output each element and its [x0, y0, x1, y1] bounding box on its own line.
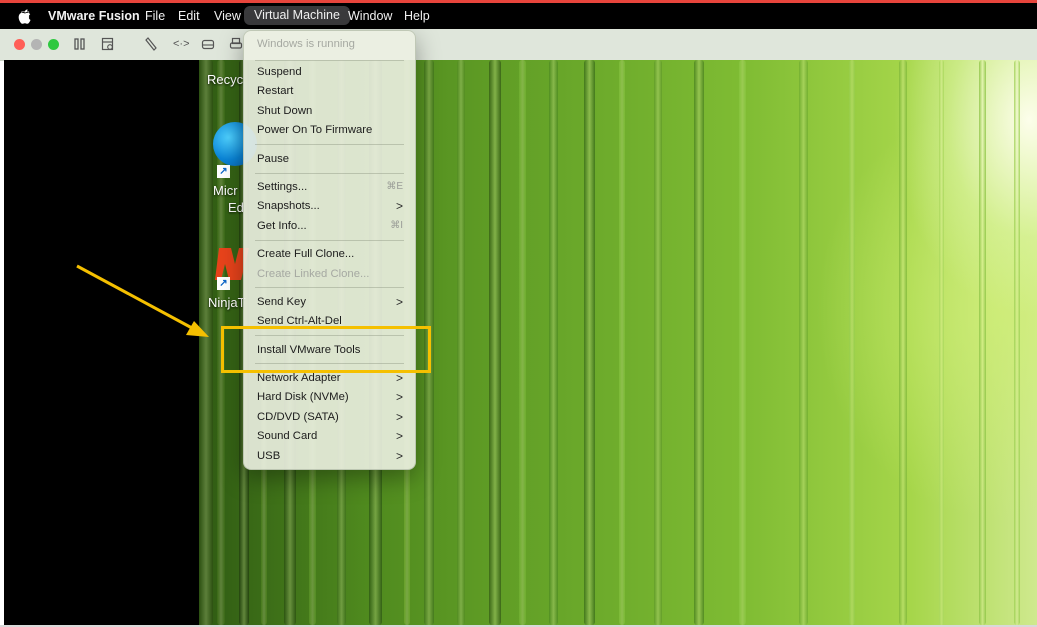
window-toolbar: <·> — [0, 29, 1037, 61]
close-window-button[interactable] — [14, 39, 25, 50]
menu-item-power-on-firmware[interactable]: Power On To Firmware — [257, 121, 403, 139]
bamboo-stalk — [489, 60, 501, 625]
annotation-highlight-box — [221, 326, 431, 373]
menu-item-suspend[interactable]: Suspend — [257, 63, 403, 81]
menu-item-shut-down[interactable]: Shut Down — [257, 102, 403, 120]
menu-item-create-full-clone[interactable]: Create Full Clone... — [257, 245, 403, 263]
menu-separator — [255, 240, 404, 241]
menu-item-cd-dvd[interactable]: CD/DVD (SATA) > — [257, 408, 403, 426]
chevron-right-icon: > — [395, 449, 403, 463]
menu-item-label: Settings... — [257, 181, 308, 193]
menu-item-label: Shut Down — [257, 105, 313, 117]
menu-item-label: Network Adapter — [257, 372, 341, 384]
menu-item-pause[interactable]: Pause — [257, 150, 403, 168]
menu-item-usb[interactable]: USB > — [257, 447, 403, 465]
snapshot-icon[interactable] — [101, 35, 115, 53]
code-icon[interactable]: <·> — [173, 35, 190, 53]
menu-item-label: Restart — [257, 85, 294, 97]
bamboo-stalk — [619, 60, 625, 625]
menu-separator — [255, 144, 404, 145]
shortcut-arrow-icon: ↗ — [217, 165, 230, 178]
bamboo-stalk — [549, 60, 558, 625]
chevron-right-icon: > — [395, 429, 403, 443]
menu-bar:  VMware Fusion File Edit View Virtual M… — [0, 3, 1037, 29]
chevron-right-icon: > — [395, 410, 403, 424]
bamboo-stalk — [199, 60, 213, 625]
menu-help[interactable]: Help — [404, 3, 430, 29]
menu-item-label: Pause — [257, 153, 290, 165]
menu-separator — [255, 173, 404, 174]
recycle-bin-label[interactable]: Recyc — [207, 72, 243, 87]
shortcut-cmd-e: ⌘E — [386, 181, 403, 192]
virtual-machine-menu: Windows is running Suspend Restart Shut … — [243, 30, 416, 470]
menu-virtual-machine[interactable]: Virtual Machine — [244, 6, 350, 25]
menu-window[interactable]: Window — [348, 3, 392, 29]
menu-item-label: USB — [257, 450, 281, 462]
menu-item-label: Hard Disk (NVMe) — [257, 391, 349, 403]
menu-item-hard-disk[interactable]: Hard Disk (NVMe) > — [257, 388, 403, 406]
bamboo-stalk — [739, 60, 746, 625]
apple-logo-icon[interactable] — [18, 9, 31, 24]
menu-item-settings[interactable]: Settings... ⌘E — [257, 178, 403, 196]
pause-icon[interactable] — [74, 35, 86, 53]
bamboo-stalk — [899, 60, 907, 625]
chevron-right-icon: > — [395, 295, 403, 309]
vm-left-black-area — [4, 60, 199, 625]
bamboo-stalk — [1014, 60, 1020, 625]
chevron-right-icon: > — [395, 390, 403, 404]
menu-item-label: CD/DVD (SATA) — [257, 411, 339, 423]
menu-item-restart[interactable]: Restart — [257, 82, 403, 100]
drive-icon[interactable] — [201, 35, 215, 53]
menu-item-sound-card[interactable]: Sound Card > — [257, 427, 403, 445]
bamboo-stalk — [849, 60, 855, 625]
bamboo-stalk — [979, 60, 986, 625]
menu-separator — [255, 60, 404, 61]
bamboo-stalk — [799, 60, 808, 625]
menu-item-label: Power On To Firmware — [257, 124, 373, 136]
chevron-right-icon: > — [395, 199, 403, 213]
bamboo-stalk — [939, 60, 944, 625]
menu-item-label: Create Full Clone... — [257, 248, 355, 260]
wrench-icon[interactable] — [144, 35, 158, 53]
menu-file[interactable]: File — [145, 3, 165, 29]
bamboo-stalk — [584, 60, 595, 625]
menu-status-header: Windows is running — [257, 38, 355, 50]
menu-view[interactable]: View — [214, 3, 241, 29]
menu-item-label: Get Info... — [257, 220, 307, 232]
menu-item-label: Send Key — [257, 296, 306, 308]
shortcut-arrow-icon: ↗ — [217, 277, 230, 290]
menu-edit[interactable]: Edit — [178, 3, 200, 29]
bamboo-stalk — [654, 60, 662, 625]
menu-item-get-info[interactable]: Get Info... ⌘I — [257, 217, 403, 235]
menu-item-label: Suspend — [257, 66, 302, 78]
bamboo-stalk — [457, 60, 465, 625]
menu-item-create-linked-clone: Create Linked Clone... — [257, 265, 403, 283]
bamboo-stalk — [694, 60, 704, 625]
menu-separator — [255, 287, 404, 288]
minimize-window-button[interactable] — [31, 39, 42, 50]
menu-item-label: Snapshots... — [257, 200, 320, 212]
zoom-window-button[interactable] — [48, 39, 59, 50]
menu-item-snapshots[interactable]: Snapshots... > — [257, 197, 403, 215]
menu-item-label: Sound Card — [257, 430, 318, 442]
shortcut-cmd-i: ⌘I — [390, 220, 403, 231]
edge-label-line2[interactable]: Ed — [228, 200, 244, 215]
menu-item-send-key[interactable]: Send Key > — [257, 293, 403, 311]
app-name-menu[interactable]: VMware Fusion — [48, 3, 140, 29]
ninja-label[interactable]: NinjaT — [208, 295, 246, 310]
bamboo-stalk — [519, 60, 526, 625]
edge-label-line1[interactable]: Micr — [213, 183, 238, 198]
printer-icon[interactable] — [229, 35, 243, 53]
menu-item-label: Create Linked Clone... — [257, 268, 370, 280]
